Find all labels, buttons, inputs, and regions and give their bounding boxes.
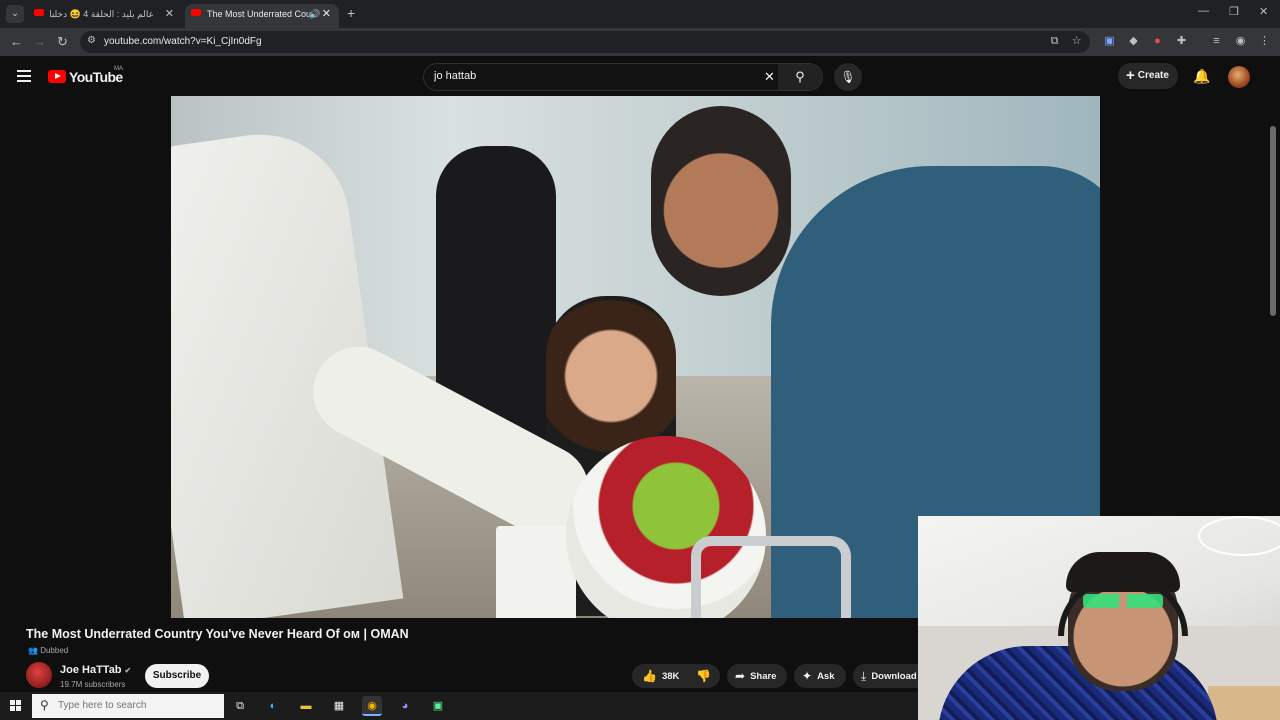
close-tab-icon[interactable]: ✕ bbox=[322, 4, 331, 24]
webcam-ceiling-light bbox=[1198, 516, 1280, 556]
address-bar[interactable]: ⚙ youtube.com/watch?v=Ki_CjIn0dFg bbox=[80, 31, 1090, 53]
country-code: MA bbox=[114, 66, 123, 72]
account-avatar[interactable] bbox=[1228, 66, 1250, 88]
youtube-play-logo-icon bbox=[48, 70, 66, 83]
edge-browser-icon[interactable]: ◐ bbox=[263, 696, 283, 716]
clear-search-icon[interactable]: ✕ bbox=[764, 69, 775, 85]
audio-playing-icon[interactable]: 🔊 bbox=[309, 4, 320, 24]
browser-menu-icon[interactable]: ⋮ bbox=[1258, 35, 1271, 48]
task-view-icon[interactable]: ⧉ bbox=[230, 696, 250, 716]
bookmark-star-icon[interactable]: ☆ bbox=[1070, 35, 1083, 48]
translate-extension-icon[interactable]: ▣ bbox=[1103, 35, 1116, 48]
install-app-icon[interactable]: ⧉ bbox=[1048, 35, 1061, 48]
browser-toolbar: ← → ↻ ⚙ youtube.com/watch?v=Ki_CjIn0dFg … bbox=[0, 28, 1280, 56]
download-icon: ⤓ bbox=[861, 669, 867, 683]
microsoft-store-icon[interactable]: ▦ bbox=[329, 696, 349, 716]
search-icon: ⚲ bbox=[40, 698, 49, 712]
back-arrow-icon[interactable]: ← bbox=[10, 34, 23, 49]
search-button[interactable]: ⚲ bbox=[778, 64, 822, 90]
browser-tab-active-video[interactable]: The Most Underrated Country You've Never… bbox=[185, 4, 339, 28]
dislike-button[interactable]: 👎 bbox=[696, 664, 716, 689]
thumbs-up-icon: 👍 bbox=[642, 669, 657, 683]
forward-arrow-icon[interactable]: → bbox=[33, 34, 46, 49]
video-scene-man-head bbox=[651, 106, 791, 296]
ask-button[interactable]: ✦ Ask bbox=[794, 664, 846, 688]
share-button[interactable]: ➦ Share bbox=[727, 664, 787, 688]
like-dislike-group: 👍 38K 👎 bbox=[632, 664, 720, 688]
restore-button[interactable]: ❐ bbox=[1229, 5, 1239, 18]
browser-tab-strip: ⌄ عالم بليد : الحلقة 4 😆 دخلنا عرش ✕ The… bbox=[0, 0, 1280, 28]
taskbar-search-input[interactable] bbox=[58, 700, 218, 711]
dubbed-icon: 👥 bbox=[28, 646, 38, 655]
search-icon: ⚲ bbox=[795, 69, 805, 84]
extensions-puzzle-icon[interactable]: ✚ bbox=[1175, 35, 1188, 48]
tab-search-chevron-icon[interactable]: ⌄ bbox=[6, 5, 24, 23]
dubbed-badge: 👥 Dubbed bbox=[28, 646, 69, 655]
discord-icon[interactable]: ◕ bbox=[395, 696, 415, 716]
url-text[interactable]: youtube.com/watch?v=Ki_CjIn0dFg bbox=[104, 36, 262, 47]
channel-name[interactable]: Joe HaTTab ✔ bbox=[60, 664, 131, 676]
plus-icon: + bbox=[1126, 67, 1135, 84]
windows-start-icon[interactable] bbox=[10, 700, 22, 712]
taskbar-search-box[interactable]: ⚲ bbox=[32, 694, 224, 718]
thumbs-down-icon: 👎 bbox=[696, 669, 711, 683]
hamburger-menu-icon[interactable] bbox=[17, 70, 31, 85]
extension-red-icon[interactable]: ● bbox=[1151, 35, 1164, 48]
page-scrollbar[interactable] bbox=[1270, 126, 1276, 316]
notifications-bell-icon[interactable]: 🔔 bbox=[1193, 68, 1210, 85]
tab-title: The Most Underrated Country You've Never… bbox=[207, 9, 311, 19]
subscriber-count: 19.7M subscribers bbox=[60, 680, 126, 689]
sparkle-icon: ✦ bbox=[802, 669, 813, 683]
new-tab-button[interactable]: + bbox=[347, 5, 355, 21]
channel-avatar[interactable] bbox=[26, 662, 52, 688]
youtube-header: YouTube MA ✕ ⚲ 🎙 +Create 🔔 bbox=[0, 56, 1280, 316]
verified-check-icon: ✔ bbox=[124, 666, 132, 675]
search-input[interactable] bbox=[434, 70, 734, 82]
like-button[interactable]: 👍 38K bbox=[642, 669, 680, 683]
create-button[interactable]: + Create bbox=[1118, 63, 1178, 89]
video-title: The Most Underrated Country You've Never… bbox=[26, 627, 409, 641]
extension-diamond-icon[interactable]: ◆ bbox=[1127, 35, 1140, 48]
webcam-wooden-frame bbox=[1208, 686, 1280, 720]
reload-icon[interactable]: ↻ bbox=[57, 34, 68, 50]
video-scene-oman-sign bbox=[496, 526, 576, 618]
youtube-favicon-icon bbox=[191, 9, 201, 16]
close-window-button[interactable]: ✕ bbox=[1259, 5, 1268, 18]
chrome-icon[interactable]: ◉ bbox=[362, 696, 382, 716]
profile-icon[interactable]: ◉ bbox=[1234, 35, 1247, 48]
windows-taskbar: ⚲ ⧉ ◐ ▬ ▦ ◉ ◕ ▣ bbox=[0, 692, 918, 720]
webcam-glasses bbox=[1083, 594, 1163, 608]
webcam-overlay bbox=[918, 516, 1280, 720]
tab-title: عالم بليد : الحلقة 4 😆 دخلنا عرش bbox=[50, 9, 154, 19]
like-count: 38K bbox=[661, 671, 680, 682]
video-scene-suitcase bbox=[691, 536, 851, 618]
search-box: ✕ ⚲ bbox=[423, 63, 823, 91]
file-explorer-icon[interactable]: ▬ bbox=[296, 696, 316, 716]
media-controls-icon[interactable]: ≡ bbox=[1210, 35, 1223, 48]
game-app-icon[interactable]: ▣ bbox=[428, 696, 448, 716]
share-arrow-icon: ➦ bbox=[735, 669, 746, 683]
microphone-icon: 🎙 bbox=[840, 70, 856, 84]
subscribe-button[interactable]: Subscribe bbox=[145, 664, 209, 688]
minimize-button[interactable]: — bbox=[1198, 5, 1209, 17]
voice-search-button[interactable]: 🎙 bbox=[834, 63, 862, 91]
browser-tab-arabic-video[interactable]: عالم بليد : الحلقة 4 😆 دخلنا عرش ✕ bbox=[28, 4, 182, 28]
site-info-icon[interactable]: ⚙ bbox=[87, 35, 96, 46]
close-tab-icon[interactable]: ✕ bbox=[165, 4, 174, 24]
create-label: Create bbox=[1137, 70, 1169, 81]
youtube-favicon-icon bbox=[34, 9, 44, 16]
